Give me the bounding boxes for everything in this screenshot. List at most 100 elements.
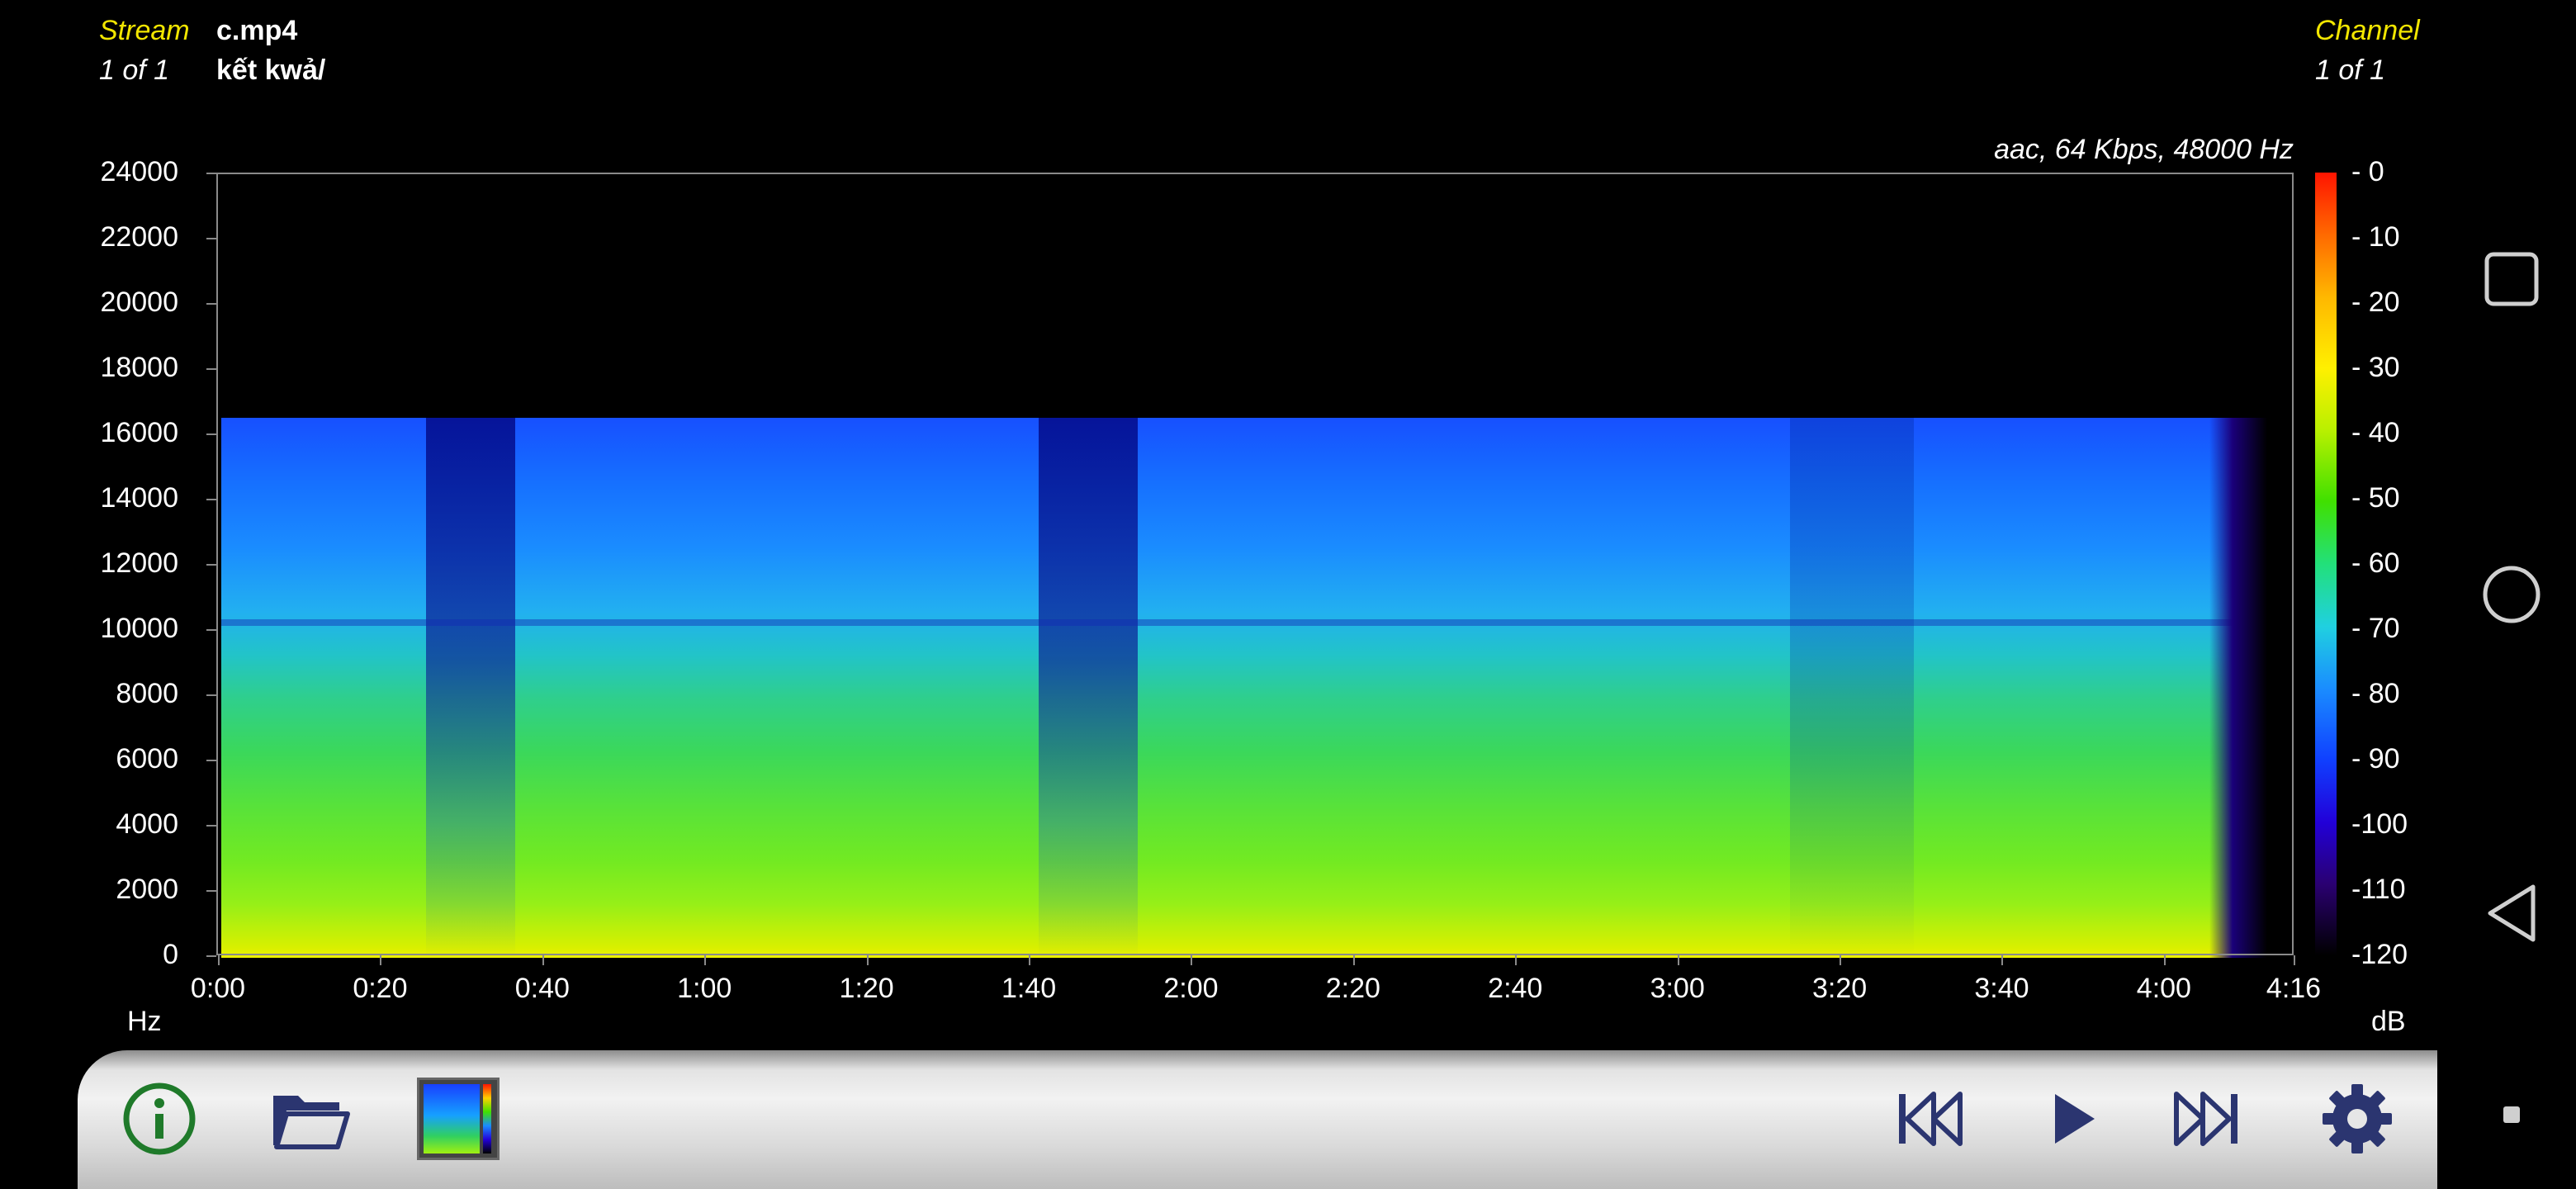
y-tick-mark [206, 890, 216, 892]
x-tick-label: 1:20 [839, 973, 894, 1004]
x-tick-label: 0:20 [353, 973, 408, 1004]
y-tick-mark [206, 499, 216, 500]
y-tick-mark [206, 303, 216, 305]
x-tick-label: 3:40 [1974, 973, 2029, 1004]
colorbar-tick-label: - 90 [2351, 743, 2400, 775]
gear-icon [2323, 1084, 2392, 1153]
previous-button[interactable] [1884, 1073, 1975, 1164]
x-tick-mark [218, 955, 220, 965]
x-tick-label: 0:00 [190, 973, 246, 1004]
x-tick-mark [1515, 955, 1518, 965]
x-tick-label: 3:20 [1811, 973, 1868, 1004]
y-tick-label: 6000 [116, 743, 178, 775]
next-button[interactable] [2162, 1073, 2252, 1164]
colorbar-tick-label: -120 [2351, 939, 2408, 970]
y-tick-mark [206, 368, 216, 370]
y-tick-mark [206, 238, 216, 239]
x-tick-mark [866, 955, 869, 965]
play-icon [2055, 1094, 2095, 1144]
x-tick-label: 4:00 [2136, 973, 2191, 1004]
color-scale-bar [2315, 173, 2337, 955]
y-tick-mark [206, 433, 216, 435]
x-tick-mark [2294, 955, 2295, 965]
skip-previous-icon [1899, 1092, 1963, 1146]
y-tick-label: 20000 [100, 287, 178, 318]
y-tick-label: 24000 [100, 156, 178, 187]
colorbar-tick-label: - 40 [2351, 417, 2400, 448]
file-name: c.mp4 [216, 15, 298, 46]
colormap-button[interactable] [413, 1073, 504, 1164]
settings-button[interactable] [2312, 1073, 2403, 1164]
y-tick-mark [206, 564, 216, 566]
colormap-icon [417, 1078, 500, 1160]
colorbar-tick-label: - 20 [2351, 287, 2400, 318]
y-tick-label: 22000 [100, 221, 178, 253]
info-icon [123, 1082, 196, 1155]
codec-info: aac, 64 Kbps, 48000 Hz [1994, 134, 2294, 165]
x-tick-label: 0:40 [514, 973, 570, 1004]
y-tick-mark [206, 173, 216, 174]
play-button[interactable] [2028, 1073, 2119, 1164]
back-button[interactable] [2479, 880, 2545, 946]
open-folder-button[interactable] [264, 1073, 355, 1164]
colorbar-tick-label: - 60 [2351, 547, 2400, 579]
colorbar-unit: dB [2371, 1006, 2406, 1037]
channel-label: Channel [2315, 15, 2420, 46]
x-tick-label: 2:20 [1325, 973, 1380, 1004]
x-tick-label: 2:40 [1488, 973, 1543, 1004]
y-tick-label: 18000 [100, 352, 178, 383]
x-tick-mark [1677, 955, 1679, 965]
y-tick-label: 0 [163, 939, 178, 970]
x-tick-label: 1:00 [677, 973, 732, 1004]
colorbar-tick-label: - 30 [2351, 352, 2400, 383]
y-tick-label: 4000 [116, 808, 178, 840]
y-tick-mark [206, 825, 216, 827]
y-tick-mark [206, 694, 216, 696]
colorbar-tick-label: -110 [2351, 874, 2406, 905]
folder-open-icon [273, 1096, 350, 1149]
x-tick-mark [380, 955, 382, 965]
x-tick-label: 1:40 [1001, 973, 1057, 1004]
colorbar-tick-label: - 70 [2351, 613, 2400, 644]
back-icon [2488, 884, 2536, 942]
x-tick-mark [1191, 955, 1193, 965]
colorbar-tick-label: - 10 [2351, 221, 2400, 253]
colorbar-tick-label: -100 [2351, 808, 2408, 840]
x-tick-mark [704, 955, 707, 965]
menu-dot-button[interactable] [2479, 1082, 2545, 1148]
y-tick-label: 8000 [116, 678, 178, 709]
skip-next-icon [2174, 1092, 2237, 1146]
colorbar-tick-label: - 0 [2351, 156, 2384, 187]
x-tick-label: 4:16 [2266, 973, 2322, 1004]
x-tick-mark [2001, 955, 2004, 965]
x-tick-mark [1029, 955, 1031, 965]
recent-apps-button[interactable] [2479, 246, 2545, 312]
home-icon [2483, 566, 2540, 623]
y-tick-mark [206, 629, 216, 631]
home-button[interactable] [2479, 561, 2545, 628]
folder-name: kết kwả/ [216, 54, 326, 86]
channel-count: 1 of 1 [2315, 54, 2386, 86]
y-tick-label: 10000 [100, 613, 178, 644]
y-tick-label: 16000 [100, 417, 178, 448]
y-tick-label: 2000 [116, 874, 178, 905]
y-tick-label: 12000 [100, 547, 178, 579]
plot-frame [216, 173, 2294, 955]
x-tick-mark [2163, 955, 2166, 965]
colorbar-tick-label: - 50 [2351, 482, 2400, 514]
y-axis-unit: Hz [127, 1006, 162, 1037]
x-tick-mark [542, 955, 544, 965]
x-tick-mark [1352, 955, 1355, 965]
stream-count: 1 of 1 [99, 54, 170, 86]
x-tick-label: 2:00 [1163, 973, 1219, 1004]
y-tick-mark [206, 760, 216, 761]
recent-apps-icon [2484, 252, 2539, 306]
y-tick-label: 14000 [100, 482, 178, 514]
y-tick-mark [206, 955, 216, 957]
x-tick-mark [1840, 955, 1842, 965]
stream-label: Stream [99, 15, 190, 46]
x-tick-label: 3:00 [1650, 973, 1705, 1004]
menu-dot-icon [2503, 1106, 2520, 1123]
info-button[interactable] [114, 1073, 205, 1164]
colorbar-tick-label: - 80 [2351, 678, 2400, 709]
